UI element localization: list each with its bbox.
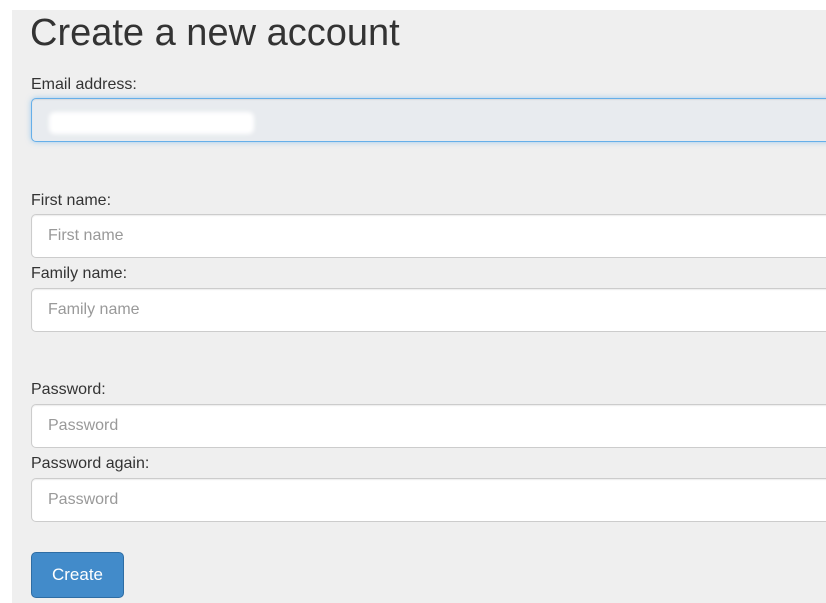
first-name-field[interactable] <box>31 214 826 258</box>
password-again-label: Password again: <box>31 455 150 472</box>
page-title: Create a new account <box>30 12 400 54</box>
first-name-label: First name: <box>31 192 112 209</box>
password-label: Password: <box>31 381 106 398</box>
password-field[interactable] <box>31 404 826 448</box>
create-button[interactable]: Create <box>31 552 124 598</box>
family-name-label: Family name: <box>31 265 128 282</box>
family-name-field[interactable] <box>31 288 826 332</box>
redacted-email-value <box>49 112 254 134</box>
email-label: Email address: <box>31 76 137 93</box>
password-again-field[interactable] <box>31 478 826 522</box>
